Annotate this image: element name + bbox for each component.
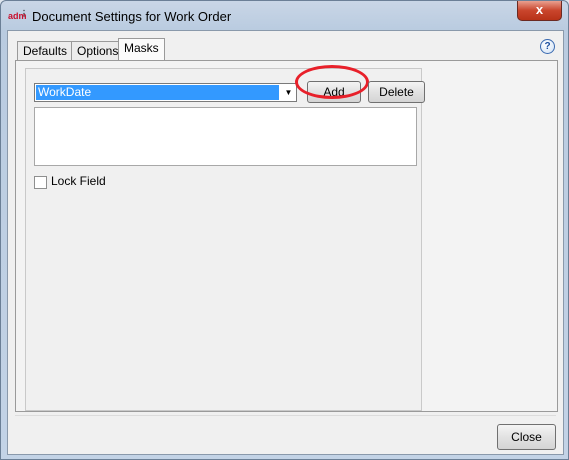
dialog-footer: Close: [15, 415, 556, 450]
window-title: Document Settings for Work Order: [32, 9, 232, 24]
delete-button[interactable]: Delete: [368, 81, 425, 103]
logo-dots: ⋮: [20, 9, 28, 18]
window-close-button[interactable]: x: [517, 1, 562, 21]
masks-group: WorkDate ▼ Add Delete Lock Field: [25, 65, 425, 411]
close-icon: x: [535, 2, 544, 17]
chevron-down-icon[interactable]: ▼: [281, 84, 296, 101]
tab-defaults[interactable]: Defaults: [17, 41, 74, 60]
title-bar[interactable]: adm ⋮ Document Settings for Work Order x: [1, 1, 568, 31]
app-logo-icon: adm ⋮: [8, 7, 28, 25]
lock-field-label[interactable]: Lock Field: [51, 174, 106, 188]
dialog-window: adm ⋮ Document Settings for Work Order x…: [0, 0, 569, 460]
tab-masks[interactable]: Masks: [118, 38, 165, 60]
field-select-value: WorkDate: [36, 85, 279, 100]
masks-tab-panel: WorkDate ▼ Add Delete Lock Field: [15, 60, 558, 412]
tab-options[interactable]: Options: [71, 41, 125, 60]
field-select[interactable]: WorkDate ▼: [34, 83, 297, 102]
close-button[interactable]: Close: [497, 424, 556, 450]
dialog-client-area: ? Defaults Options Masks WorkDate ▼ Add …: [7, 30, 564, 455]
add-button[interactable]: Add: [307, 81, 361, 103]
mask-list[interactable]: [34, 107, 417, 166]
lock-field-checkbox[interactable]: [34, 176, 47, 189]
help-icon[interactable]: ?: [540, 39, 555, 54]
